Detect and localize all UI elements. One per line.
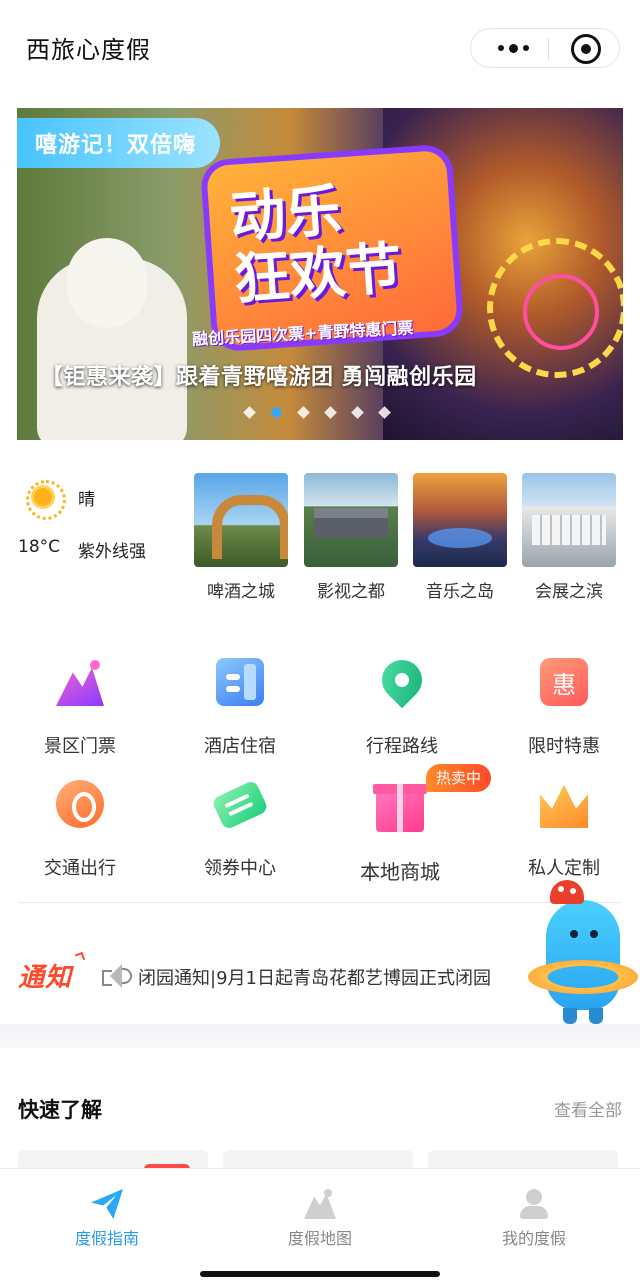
banner-dot[interactable] xyxy=(351,406,364,419)
mascot-legs xyxy=(563,1008,577,1024)
capsule-divider xyxy=(548,38,549,60)
view-all-link[interactable]: 查看全部 xyxy=(554,1096,622,1121)
banner-caption: 【钜惠来袭】跟着青野嘻游团 勇闯融创乐园 xyxy=(41,365,477,390)
mascot-float-button[interactable] xyxy=(528,880,638,1030)
tab-mine[interactable]: 我的度假 xyxy=(454,1183,614,1253)
service-hotel[interactable]: 酒店住宿 xyxy=(160,650,320,760)
service-transport[interactable]: 交通出行 xyxy=(0,772,160,882)
tab-map[interactable]: 度假地图 xyxy=(240,1183,400,1253)
weather-uv: 紫外线强 xyxy=(78,542,146,562)
gift-icon xyxy=(373,784,427,832)
city-thumbnail xyxy=(522,473,616,567)
rabbit-icon xyxy=(56,780,104,828)
hot-sale-badge: 热卖中 xyxy=(426,764,492,792)
weather-widget: 晴 18°C 紫外线强 xyxy=(18,474,188,574)
promo-banner[interactable]: 嘻游记！双倍嗨 动乐 狂欢节 融创乐园四次票+青野特惠门票 【钜惠来袭】跟着青野… xyxy=(17,108,623,440)
service-grid: 景区门票 酒店住宿 行程路线 惠 限时特惠 交通出行 领券中心 本地商城 私人定… xyxy=(0,650,640,890)
city-feature-list: 啤酒之城 影视之都 音乐之岛 会展之滨 xyxy=(194,473,624,613)
tab-label: 度假地图 xyxy=(287,1229,352,1248)
service-custom-trip[interactable]: 私人定制 xyxy=(484,772,640,882)
banner-dot[interactable] xyxy=(270,406,283,419)
service-scenic-tickets[interactable]: 景区门票 xyxy=(0,650,160,760)
banner-pagination xyxy=(243,406,391,419)
ferris-wheel-graphic xyxy=(487,238,623,378)
service-label: 行程路线 xyxy=(366,736,438,757)
banner-dot[interactable] xyxy=(378,406,391,419)
weather-condition: 晴 xyxy=(78,490,95,510)
mascot-swim-ring xyxy=(528,960,638,994)
close-mini-program-icon[interactable] xyxy=(571,34,601,64)
more-icon[interactable] xyxy=(481,29,545,67)
map-icon-dot xyxy=(324,1189,332,1197)
notice-spark-icon xyxy=(74,951,86,963)
tab-label: 我的度假 xyxy=(501,1229,566,1248)
discount-icon: 惠 xyxy=(540,658,588,706)
service-label: 交通出行 xyxy=(44,858,116,879)
banner-dot[interactable] xyxy=(243,406,256,419)
tab-label: 度假指南 xyxy=(74,1229,139,1248)
service-label: 本地商城 xyxy=(360,860,440,884)
hotel-icon xyxy=(216,658,264,706)
sun-icon xyxy=(26,480,66,520)
service-label: 限时特惠 xyxy=(528,736,600,757)
service-label: 私人定制 xyxy=(528,858,600,879)
service-label: 领券中心 xyxy=(204,858,276,879)
city-name: 啤酒之城 xyxy=(207,582,275,602)
mascot-mushroom-hat xyxy=(550,880,584,904)
coupon-icon xyxy=(211,779,269,831)
service-flash-deal[interactable]: 惠 限时特惠 xyxy=(484,650,640,760)
weather-temperature: 18°C xyxy=(18,537,61,557)
banner-badge-text: 嘻游记！双倍嗨 xyxy=(35,133,197,158)
location-pin-icon xyxy=(373,651,431,709)
city-card-beer[interactable]: 啤酒之城 xyxy=(194,473,288,602)
service-label: 景区门票 xyxy=(44,736,116,757)
home-indicator xyxy=(200,1271,440,1277)
section-gap xyxy=(0,1024,640,1048)
user-icon xyxy=(518,1189,550,1219)
notice-tag: 通知 xyxy=(18,963,73,993)
banner-logo: 动乐 狂欢节 xyxy=(206,149,458,347)
paper-plane-icon xyxy=(91,1189,123,1219)
app-root: 西旅心度假 嘻游记！双倍嗨 动乐 狂欢节 融创乐园四次票+青野特惠门票 【钜惠来… xyxy=(0,0,640,1287)
city-thumbnail xyxy=(194,473,288,567)
quick-section-title: 快速了解 xyxy=(18,1098,102,1122)
city-name: 音乐之岛 xyxy=(426,582,494,602)
notice-text: 闭园通知|9月1日起青岛花都艺博园正式闭园 xyxy=(138,968,491,989)
banner-dot[interactable] xyxy=(297,406,310,419)
city-thumbnail xyxy=(413,473,507,567)
mascot-eye xyxy=(590,930,598,938)
city-card-film[interactable]: 影视之都 xyxy=(304,473,398,602)
service-route[interactable]: 行程路线 xyxy=(322,650,482,760)
city-name: 会展之滨 xyxy=(535,582,603,602)
banner-logo-line2: 狂欢节 xyxy=(231,236,404,313)
alpaca-graphic xyxy=(37,238,187,440)
mini-program-header: 西旅心度假 xyxy=(0,0,640,96)
service-label: 酒店住宿 xyxy=(204,736,276,757)
banner-badge: 嘻游记！双倍嗨 xyxy=(17,118,221,168)
mountain-icon-dot xyxy=(90,660,100,670)
discount-icon-glyph: 惠 xyxy=(552,670,576,699)
banner-dot[interactable] xyxy=(324,406,337,419)
capsule-menu xyxy=(470,28,620,68)
page-title: 西旅心度假 xyxy=(26,36,151,64)
city-thumbnail xyxy=(304,473,398,567)
speaker-icon xyxy=(102,964,132,988)
bottom-tab-bar: 度假指南 度假地图 我的度假 xyxy=(0,1168,640,1287)
service-coupons[interactable]: 领券中心 xyxy=(160,772,320,882)
tab-guide[interactable]: 度假指南 xyxy=(27,1183,187,1253)
city-card-expo[interactable]: 会展之滨 xyxy=(522,473,616,602)
city-name: 影视之都 xyxy=(317,582,385,602)
mascot-eye xyxy=(570,930,578,938)
city-card-music[interactable]: 音乐之岛 xyxy=(413,473,507,602)
crown-icon xyxy=(540,784,588,828)
